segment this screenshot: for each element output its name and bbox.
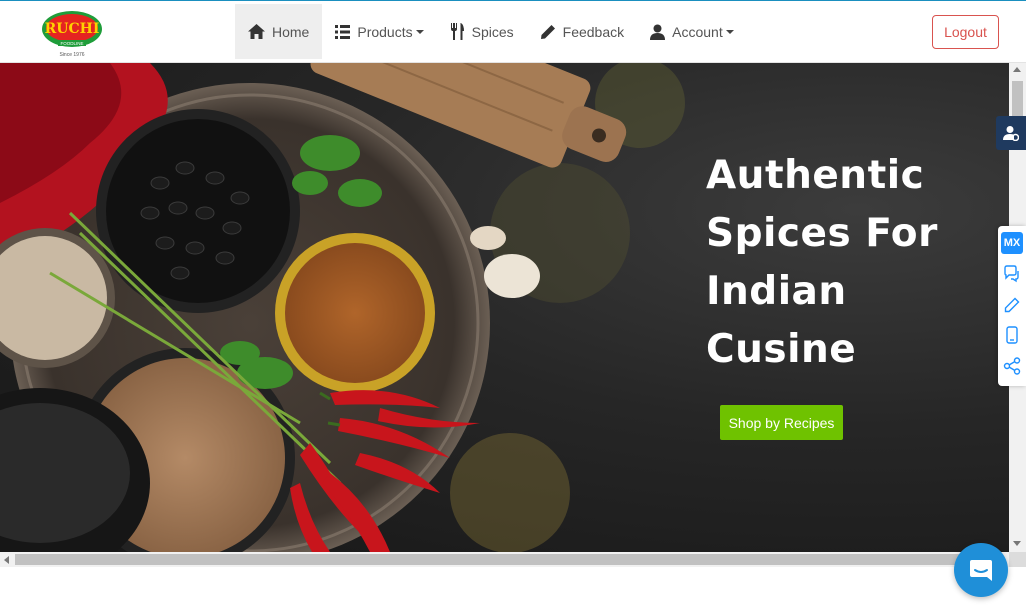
mobile-toolbar-button[interactable] [1001,325,1023,346]
chat-bubble-icon [970,560,992,581]
hero-headline-line: Cusine [706,327,857,372]
chevron-down-icon [725,30,734,34]
home-icon [248,24,265,39]
live-chat-button[interactable] [954,543,1008,597]
nav-home[interactable]: Home [235,4,323,59]
edit-icon [1004,297,1020,312]
svg-text:RUCHI: RUCHI [45,21,100,37]
user-icon [650,24,666,40]
hero-headline-line: Indian [706,269,847,314]
navbar: RUCHI FOODLINE Since 1976 Home Products [0,0,1026,63]
main-nav: Home Products Spices Feedback Account [235,4,747,59]
mx-badge-button[interactable]: MX [1001,232,1023,254]
nav-home-label: Home [272,23,310,40]
share-icon [1003,357,1021,375]
horizontal-scrollbar[interactable] [0,552,1009,567]
user-settings-icon [1003,126,1019,141]
cutlery-icon [450,23,464,40]
chat-toolbar-button[interactable] [1001,264,1023,285]
nav-products[interactable]: Products [322,4,436,59]
ruchi-logo[interactable]: RUCHI FOODLINE Since 1976 [40,7,104,59]
chevron-down-icon [415,30,424,34]
chat-icon [1004,265,1019,283]
nav-feedback[interactable]: Feedback [527,4,637,59]
nav-spices[interactable]: Spices [437,4,527,59]
mobile-icon [1006,326,1018,344]
nav-spices-label: Spices [471,23,514,40]
nav-products-label: Products [357,23,413,40]
hero-banner: Authentic Spices For Indian Cusine Shop … [0,63,1009,552]
side-toolbar: MX [998,226,1026,386]
nav-feedback-label: Feedback [562,23,625,40]
user-widget-tab[interactable] [996,116,1026,150]
edit-toolbar-button[interactable] [1001,295,1023,316]
svg-text:Since 1976: Since 1976 [59,52,84,58]
list-icon [335,24,351,39]
hero-headline: Authentic Spices For Indian Cusine [706,147,986,379]
scroll-down-arrow[interactable] [1013,541,1021,546]
scrollbar-corner [1009,552,1026,567]
logout-button[interactable]: Logout [932,15,999,49]
shop-by-recipes-button[interactable]: Shop by Recipes [720,405,843,440]
svg-text:FOODLINE: FOODLINE [60,41,83,46]
nav-account-label: Account [672,23,723,40]
pencil-icon [540,24,555,39]
mx-badge: MX [1001,232,1023,254]
scroll-left-arrow[interactable] [4,556,9,564]
horizontal-scroll-thumb[interactable] [15,554,995,565]
hero-headline-line: Spices For [706,211,938,256]
hero-headline-line: Authentic [706,153,925,198]
share-toolbar-button[interactable] [1001,356,1023,377]
scroll-up-arrow[interactable] [1013,67,1021,72]
nav-account[interactable]: Account [637,4,747,59]
